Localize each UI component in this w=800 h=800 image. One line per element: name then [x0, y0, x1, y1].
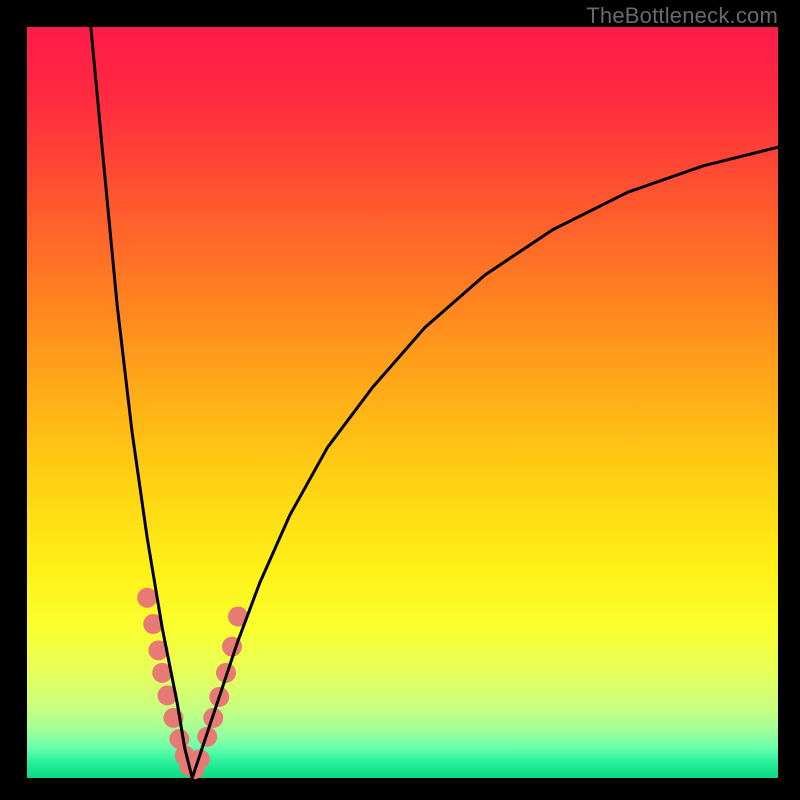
chart-svg: [27, 27, 778, 778]
plot-area: [27, 27, 778, 778]
highlight-dot: [137, 588, 157, 608]
bottleneck-curve: [91, 27, 778, 778]
highlight-dots-group: [137, 588, 248, 779]
watermark-text: TheBottleneck.com: [586, 3, 778, 29]
outer-frame: TheBottleneck.com: [0, 0, 800, 800]
